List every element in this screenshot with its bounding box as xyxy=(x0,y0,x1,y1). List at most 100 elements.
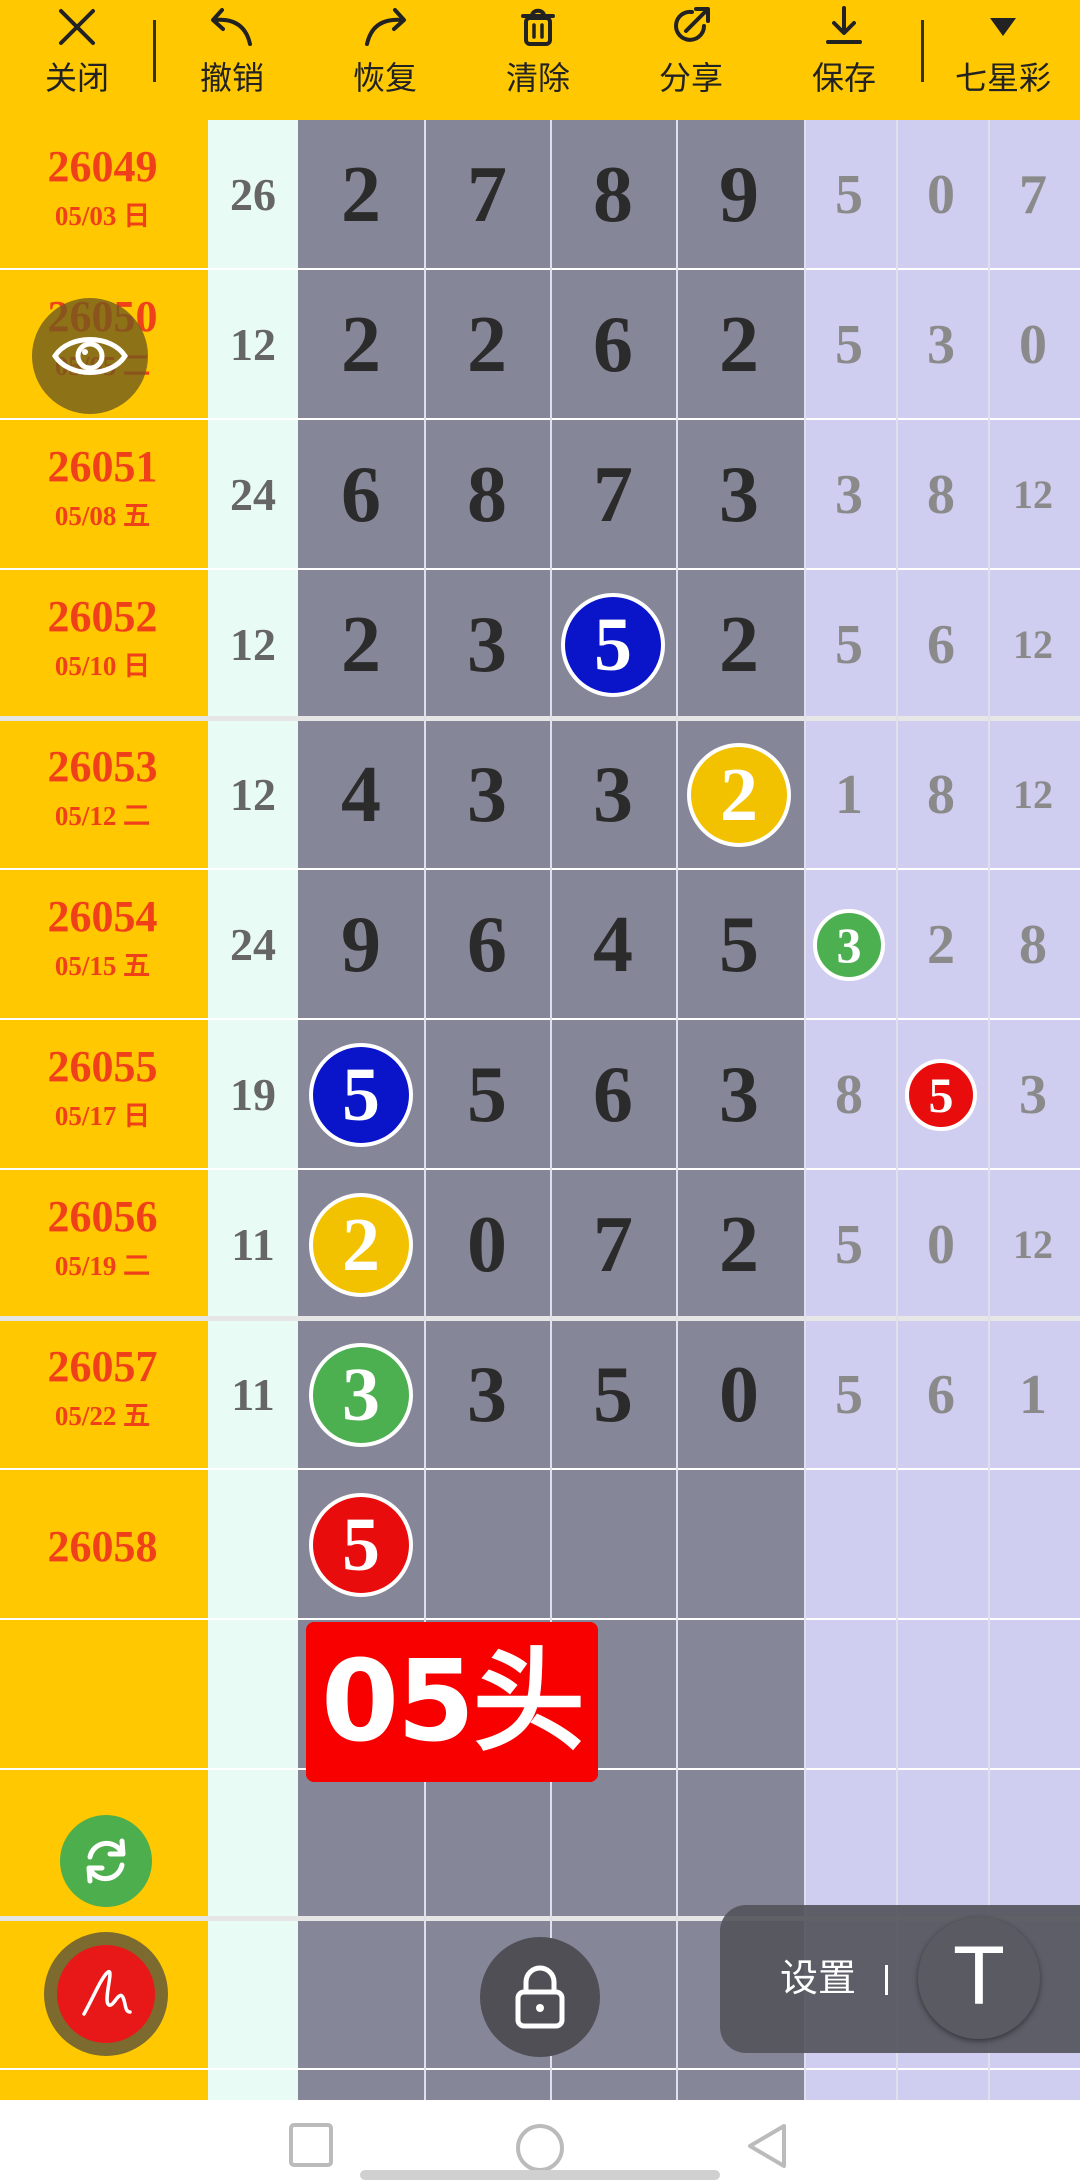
undo-icon xyxy=(207,2,257,52)
stat-cell[interactable]: 5 xyxy=(804,610,894,680)
back-icon[interactable] xyxy=(744,2122,790,2170)
issue-number: 26051 xyxy=(47,442,158,491)
digit-cell[interactable]: 3 xyxy=(550,745,676,845)
annotation-label[interactable]: 05头 xyxy=(306,1622,598,1782)
home-icon[interactable] xyxy=(514,2122,566,2174)
stat-cell[interactable]: 5 xyxy=(804,1210,894,1280)
issue-number: 26054 xyxy=(47,892,158,941)
stat-cell[interactable]: 0 xyxy=(988,310,1078,380)
redo-button[interactable]: 恢复 xyxy=(310,0,460,120)
digit-cell[interactable]: 2 xyxy=(298,295,424,395)
digit-cell[interactable]: 9 xyxy=(298,895,424,995)
digit-cell[interactable]: 4 xyxy=(550,895,676,995)
stat-cell[interactable]: 5 xyxy=(804,1360,894,1430)
digit-marker[interactable]: 2 xyxy=(309,1193,413,1297)
eye-toggle-button[interactable] xyxy=(32,298,148,414)
row-divider xyxy=(0,2068,1080,2070)
digit-cell[interactable]: 0 xyxy=(424,1195,550,1295)
digit-cell[interactable]: 7 xyxy=(550,1195,676,1295)
digit-cell[interactable]: 3 xyxy=(676,445,802,545)
stat-cell[interactable]: 8 xyxy=(896,760,986,830)
digit-cell[interactable]: 6 xyxy=(424,895,550,995)
issue-date: 05/19 二 xyxy=(54,1251,151,1281)
digit-cell[interactable]: 8 xyxy=(550,145,676,245)
clear-label: 清除 xyxy=(505,60,570,96)
stat-marker[interactable]: 3 xyxy=(813,909,885,981)
lottery-type-dropdown[interactable]: 七星彩 xyxy=(928,0,1078,120)
settings-button[interactable]: 设置 xyxy=(780,1955,856,2003)
stat-cell[interactable]: 12 xyxy=(988,460,1078,530)
clear-button[interactable]: 清除 xyxy=(463,0,613,120)
digit-cell[interactable]: 7 xyxy=(550,445,676,545)
stat-cell[interactable]: 7 xyxy=(988,160,1078,230)
pen-tool-button[interactable] xyxy=(44,1932,168,2056)
sum-value: 19 xyxy=(230,1069,276,1120)
digit-marker[interactable]: 2 xyxy=(687,743,791,847)
digit-cell[interactable]: 8 xyxy=(424,445,550,545)
stat-cell[interactable]: 1 xyxy=(988,1360,1078,1430)
digit-cell[interactable]: 2 xyxy=(676,1195,802,1295)
refresh-button[interactable] xyxy=(60,1815,152,1907)
refresh-icon xyxy=(86,1838,126,1884)
recents-icon[interactable] xyxy=(288,2122,334,2168)
digit-cell[interactable]: 3 xyxy=(424,595,550,695)
text-tool-button[interactable]: T xyxy=(918,1917,1040,2039)
digit-cell[interactable]: 2 xyxy=(298,145,424,245)
stat-cell[interactable]: 8 xyxy=(988,910,1078,980)
digit-cell[interactable]: 6 xyxy=(298,445,424,545)
settings-panel: 设置 T xyxy=(720,1905,1080,2053)
stat-cell[interactable]: 3 xyxy=(988,1060,1078,1130)
digit-cell[interactable]: 6 xyxy=(550,295,676,395)
digit-cell[interactable]: 5 xyxy=(550,1345,676,1445)
stat-cell[interactable]: 8 xyxy=(896,460,986,530)
stat-cell[interactable]: 6 xyxy=(896,610,986,680)
share-label: 分享 xyxy=(658,60,723,96)
digit-cell[interactable]: 4 xyxy=(298,745,424,845)
stat-marker[interactable]: 5 xyxy=(905,1059,977,1131)
stat-cell[interactable]: 12 xyxy=(988,1210,1078,1280)
digit-marker[interactable]: 5 xyxy=(309,1493,413,1597)
gesture-pill xyxy=(360,2170,720,2180)
digit-cell[interactable]: 3 xyxy=(676,1045,802,1145)
sum-value: 24 xyxy=(230,919,276,970)
digit-cell[interactable]: 6 xyxy=(550,1045,676,1145)
sum-value: 24 xyxy=(230,469,276,520)
stat-cell[interactable]: 6 xyxy=(896,1360,986,1430)
lock-button[interactable] xyxy=(480,1937,600,2057)
digit-cell[interactable]: 9 xyxy=(676,145,802,245)
digit-cell[interactable]: 3 xyxy=(424,1345,550,1445)
stat-cell[interactable]: 2 xyxy=(896,910,986,980)
stat-cell[interactable]: 5 xyxy=(804,310,894,380)
undo-button[interactable]: 撤销 xyxy=(157,0,307,120)
digit-marker[interactable]: 3 xyxy=(309,1343,413,1447)
stat-cell[interactable]: 12 xyxy=(988,610,1078,680)
digit-cell[interactable]: 2 xyxy=(676,295,802,395)
digit-cell[interactable]: 5 xyxy=(424,1045,550,1145)
stat-cell[interactable]: 0 xyxy=(896,1210,986,1280)
digit-cell[interactable]: 3 xyxy=(424,745,550,845)
sum-value: 11 xyxy=(231,1369,275,1420)
issue-date: 05/03 日 xyxy=(54,201,151,231)
stat-cell[interactable]: 5 xyxy=(804,160,894,230)
issue-date: 05/22 五 xyxy=(54,1401,151,1431)
digit-cell[interactable]: 7 xyxy=(424,145,550,245)
digit-cell[interactable]: 2 xyxy=(424,295,550,395)
save-button[interactable]: 保存 xyxy=(769,0,919,120)
stat-cell[interactable]: 8 xyxy=(804,1060,894,1130)
stat-cell[interactable]: 0 xyxy=(896,160,986,230)
stat-cell[interactable]: 3 xyxy=(804,460,894,530)
digit-cell[interactable]: 2 xyxy=(676,595,802,695)
close-button[interactable]: 关闭 xyxy=(2,0,152,120)
system-nav-bar xyxy=(0,2100,1080,2180)
digit-marker[interactable]: 5 xyxy=(309,1043,413,1147)
pen-icon xyxy=(82,1970,132,2016)
stat-cell[interactable]: 12 xyxy=(988,760,1078,830)
share-button[interactable]: 分享 xyxy=(616,0,766,120)
digit-marker[interactable]: 5 xyxy=(561,593,665,697)
digit-cell[interactable]: 2 xyxy=(298,595,424,695)
stat-cell[interactable]: 1 xyxy=(804,760,894,830)
stat-cell[interactable]: 3 xyxy=(896,310,986,380)
digit-cell[interactable]: 5 xyxy=(676,895,802,995)
toolbar-divider xyxy=(153,20,156,82)
digit-cell[interactable]: 0 xyxy=(676,1345,802,1445)
